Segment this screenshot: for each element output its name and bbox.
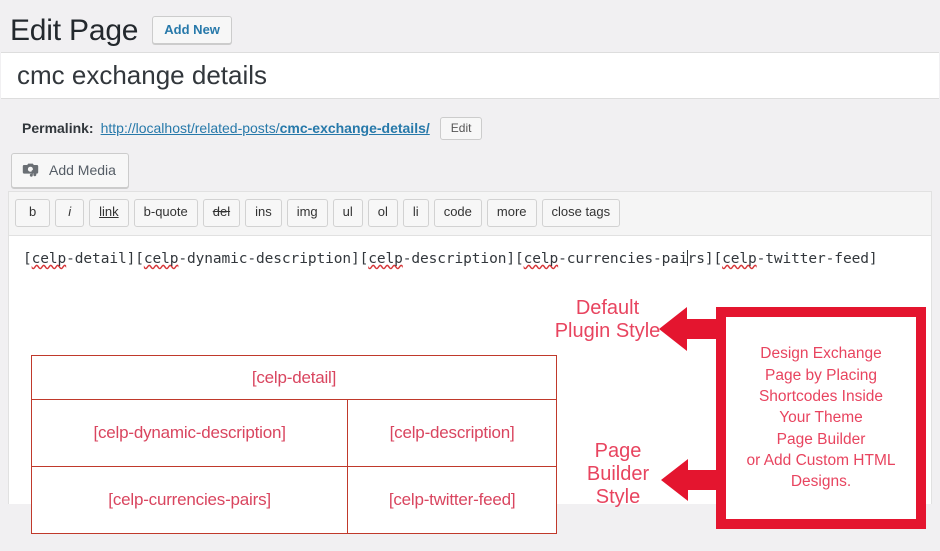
permalink-url[interactable]: http://localhost/related-posts/cmc-excha… (101, 120, 430, 136)
callout-box: Design Exchange Page by Placing Shortcod… (716, 307, 926, 529)
quicktag-more[interactable]: more (486, 199, 537, 227)
permalink-row: Permalink: http://localhost/related-post… (0, 99, 940, 143)
callout-line: Designs. (790, 473, 852, 491)
quicktag-link[interactable]: link (89, 199, 129, 227)
cell-celp-description: [celp-description] (347, 399, 557, 467)
quicktag-i[interactable]: i (55, 199, 85, 227)
quicktag-b-quote[interactable]: b-quote (133, 199, 198, 227)
code-misspell-4: celp (523, 250, 559, 267)
code-seg-4a: -currencies-pai (558, 250, 688, 267)
code-misspell-2: celp (143, 250, 179, 267)
annotation-line: Builder (586, 463, 650, 485)
table-row: [celp-dynamic-description] [celp-descrip… (30, 399, 557, 467)
code-seg-2: -dynamic-description][ (178, 250, 369, 267)
cell-celp-dynamic-description: [celp-dynamic-description] (30, 399, 349, 467)
annotation-line: Default (575, 297, 640, 319)
code-seg-4b: rs][ (687, 250, 723, 267)
quicktag-del[interactable]: del (202, 199, 241, 227)
cell-celp-detail: [celp-detail] (31, 355, 557, 400)
table-row: [celp-detail] (31, 355, 557, 400)
camera-music-icon (22, 160, 42, 180)
page-header: Edit Page Add New (0, 0, 940, 52)
cell-celp-currencies-pairs: [celp-currencies-pairs] (30, 466, 349, 534)
add-new-button[interactable]: Add New (152, 15, 232, 45)
permalink-label: Permalink: (22, 120, 94, 136)
callout-line: Shortcodes Inside (758, 387, 884, 405)
annotation-line: Page (594, 440, 642, 462)
code-seg-1: -detail][ (66, 250, 144, 267)
annotation-line: Plugin Style (554, 320, 661, 342)
code-seg-open: [ (23, 250, 32, 267)
permalink-slug: cmc-exchange-details/ (279, 120, 430, 136)
title-field-wrap: cmc exchange details (0, 52, 940, 99)
permalink-base: http://localhost/related-posts/ (100, 120, 280, 136)
quicktag-ol[interactable]: ol (367, 199, 398, 227)
quicktags-toolbar: b i link b-quote del ins img ul ol li co… (9, 192, 931, 236)
edit-permalink-button[interactable]: Edit (439, 116, 483, 140)
left-arrow-icon (661, 457, 721, 510)
shortcode-content-line: [celp-detail][celp-dynamic-description][… (23, 249, 878, 267)
media-row: Add Media (0, 143, 940, 191)
add-media-button[interactable]: Add Media (11, 153, 129, 188)
code-seg-3: -description][ (402, 250, 524, 267)
code-misspell-1: celp (31, 250, 67, 267)
annotation-page-builder-style: Page Builder Style (577, 440, 659, 509)
callout-line: Page by Placing (764, 366, 878, 384)
quicktag-ul[interactable]: ul (332, 199, 363, 227)
quicktag-code[interactable]: code (433, 199, 482, 227)
callout-text: Design Exchange Page by Placing Shortcod… (742, 343, 899, 493)
annotation-line: Style (595, 486, 641, 508)
table-row: [celp-currencies-pairs] [celp-twitter-fe… (30, 466, 557, 534)
quicktag-img[interactable]: img (286, 199, 328, 227)
quicktag-li[interactable]: li (402, 199, 429, 227)
code-misspell-5: celp (722, 250, 757, 267)
post-title-input[interactable]: cmc exchange details (1, 52, 939, 99)
left-arrow-icon (659, 305, 721, 360)
shortcode-layout-table: [celp-detail] [celp-dynamic-description]… (30, 355, 557, 534)
quicktag-close-tags[interactable]: close tags (541, 199, 621, 227)
quicktag-b[interactable]: b (15, 199, 51, 227)
callout-line: or Add Custom HTML (746, 452, 896, 470)
code-seg-5: -twitter-feed] (756, 250, 878, 267)
add-media-label: Add Media (49, 162, 116, 178)
callout-line: Your Theme (779, 409, 863, 427)
cell-celp-twitter-feed: [celp-twitter-feed] (347, 466, 557, 534)
page-title: Edit Page (10, 13, 139, 47)
callout-line: Page Builder (776, 430, 866, 448)
annotation-default-plugin-style: Default Plugin Style (540, 297, 675, 343)
quicktag-ins[interactable]: ins (245, 199, 282, 227)
code-misspell-3: celp (368, 250, 403, 267)
callout-line: Design Exchange (760, 345, 882, 363)
